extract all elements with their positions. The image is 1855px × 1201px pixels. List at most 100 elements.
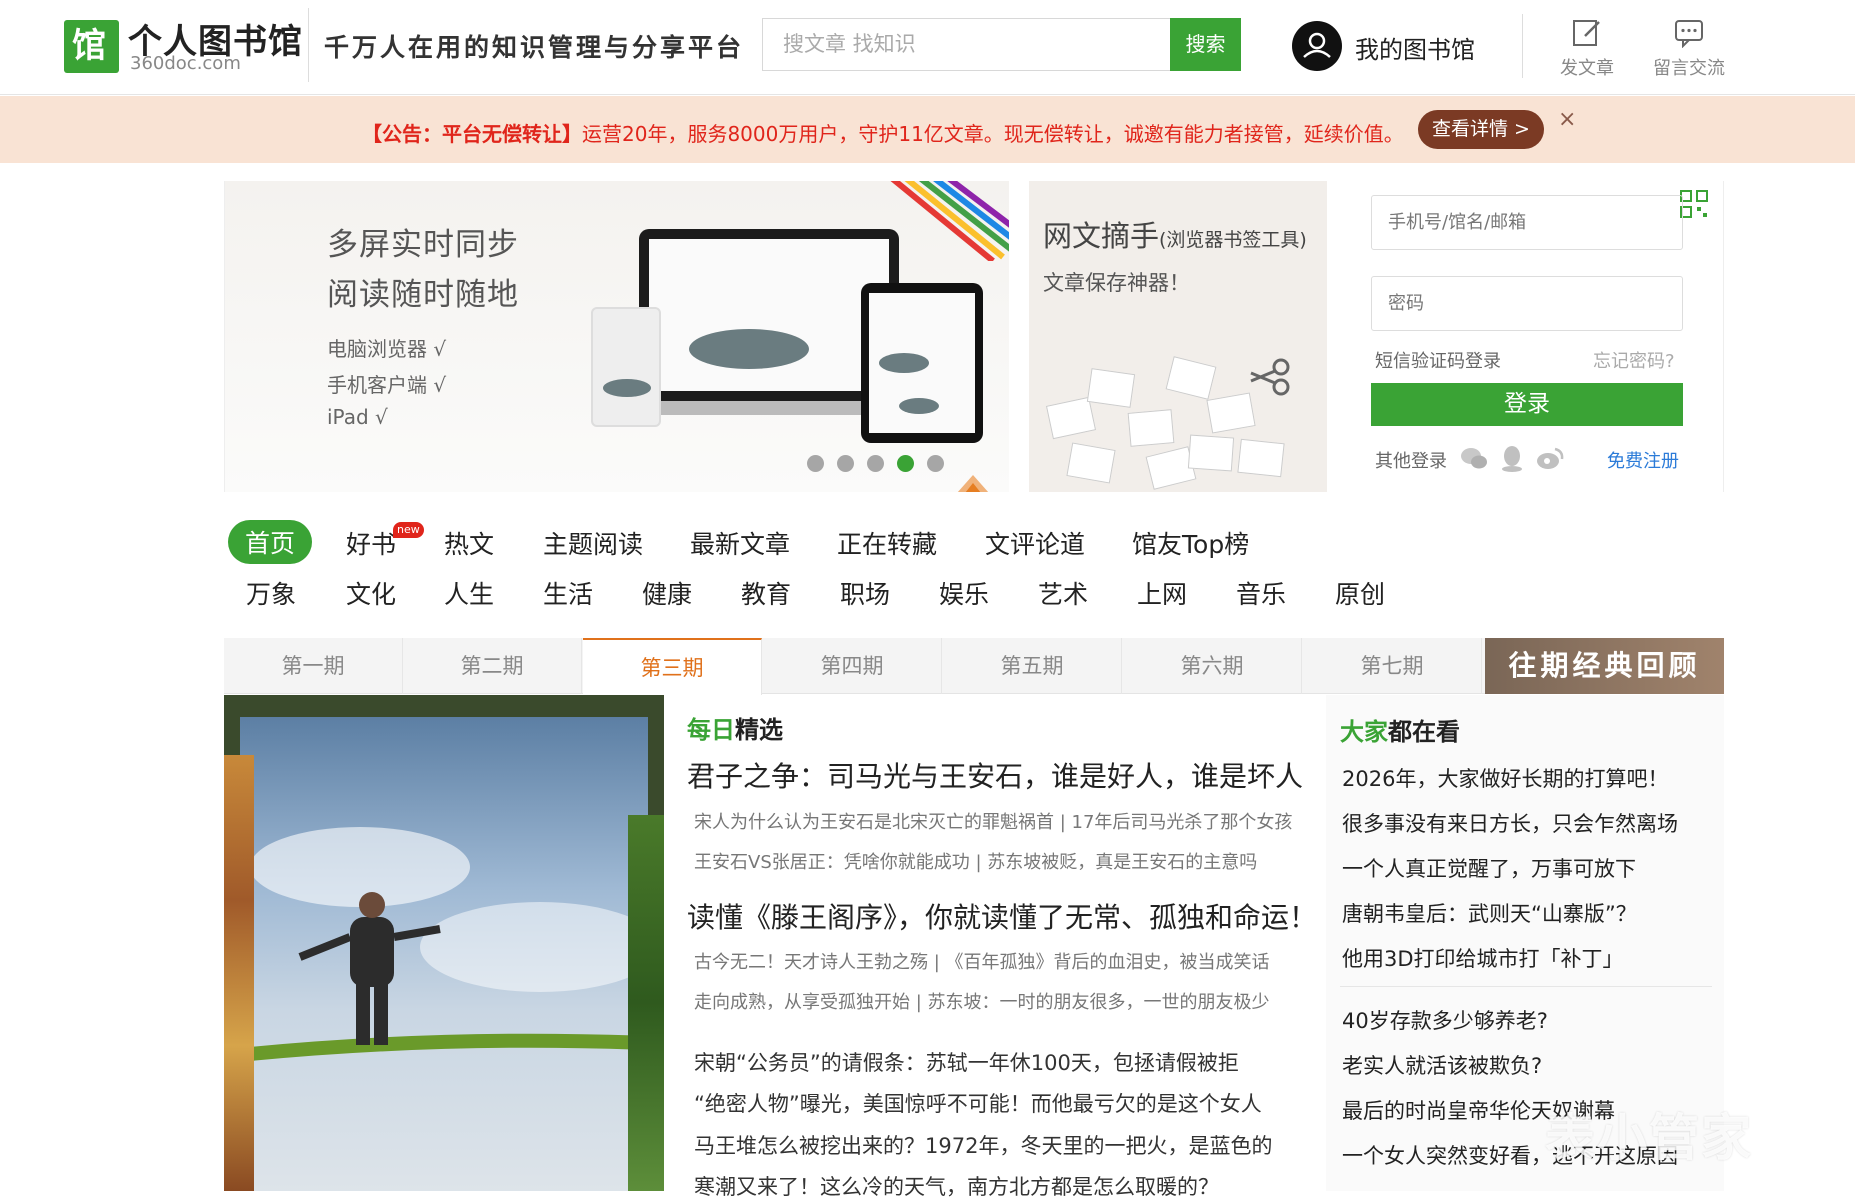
banner-feature: iPad √ [327,405,388,429]
message-button[interactable]: 留言交流 [1644,18,1734,80]
weibo-icon[interactable] [1535,443,1565,473]
article-link[interactable]: 马王堆怎么被挖出来的？1972年，冬天里的一把火，是蓝色的 [694,1130,1272,1160]
password-field[interactable]: 密码 [1371,276,1683,331]
phone-illustration [591,307,661,427]
logo-domain: 360doc.com [130,53,241,74]
nav-category[interactable]: 教育 [741,575,791,611]
trending-label-green: 大家 [1340,717,1388,746]
header-divider-2 [1522,14,1523,78]
carousel-dot[interactable] [927,455,944,472]
forgot-password-link[interactable]: 忘记密码? [1593,347,1675,373]
nav-category[interactable]: 原创 [1335,575,1385,611]
edit-icon [1573,20,1600,46]
article-related[interactable]: 宋人为什么认为王安石是北宋灭亡的罪魁祸首 | 17年后司马光杀了那个女孩 [694,808,1292,834]
article-related[interactable]: 古今无二！天才诗人王勃之殇 | 《百年孤独》背后的血泪史，被当成笑话 [694,948,1270,974]
announcement-text: 【公告：平台无偿转让】运营20年，服务8000万用户，守护11亿文章。现无偿转让… [362,118,1404,147]
username-field[interactable]: 手机号/馆名/邮箱 [1371,195,1683,250]
tab-issue[interactable]: 第四期 [763,638,942,694]
site-slogan: 千万人在用的知识管理与分享平台 [324,33,745,62]
bookmarklet-subtitle: 文章保存神器！ [1043,271,1190,295]
issue-tabs: 第一期 第二期 第三期 第四期 第五期 第六期 第七期 往期经典回顾 [224,638,1724,695]
bookmarklet-title-small: (浏览器书签工具) [1159,229,1307,251]
tab-issue-active[interactable]: 第三期 [583,638,762,695]
nav-home[interactable]: 首页 [228,520,313,564]
carousel-dot[interactable] [867,455,884,472]
post-article-button[interactable]: 发文章 [1542,18,1632,80]
banner-line-2: 阅读随时随地 [327,277,519,313]
carousel-dot-active[interactable] [897,455,914,472]
nav-item[interactable]: 好书 [346,525,396,561]
bookmarklet-promo[interactable]: 网文摘手(浏览器书签工具) 文章保存神器！ [1029,181,1327,492]
nav-category[interactable]: 职场 [840,575,890,611]
nav-item[interactable]: 文评论道 [985,525,1085,561]
message-label: 留言交流 [1653,58,1725,79]
wechat-icon[interactable] [1459,443,1489,473]
carousel-dot[interactable] [807,455,824,472]
article-title[interactable]: 君子之争：司马光与王安石，谁是好人，谁是坏人 [687,755,1303,795]
multiscreen-banner[interactable]: 多屏实时同步 阅读随时随地 电脑浏览器 √ 手机客户端 √ iPad √ [224,181,1009,492]
feature-photo[interactable] [224,695,664,1191]
logo-icon[interactable]: 馆 [64,20,119,73]
nav-category[interactable]: 文化 [346,575,396,611]
nav-item[interactable]: 正在转藏 [837,525,937,561]
nav-category[interactable]: 人生 [444,575,494,611]
article-link[interactable]: 宋朝“公务员”的请假条：苏轼一年休100天，包拯请假被拒 [694,1047,1239,1077]
trending-item[interactable]: 2026年，大家做好长期的打算吧！ [1342,763,1668,793]
search-button[interactable]: 搜索 [1170,18,1241,71]
banner-feature: 电脑浏览器 √ [327,337,447,361]
bookmarklet-title: 网文摘手(浏览器书签工具) [1043,213,1307,255]
close-icon[interactable]: × [1558,107,1576,132]
tab-issue[interactable]: 第一期 [224,638,403,694]
article-link[interactable]: 寒潮又来了！这么冷的天气，南方北方都是怎么取暖的？ [694,1171,1219,1201]
qq-icon[interactable] [1497,443,1527,473]
login-panel: 手机号/馆名/邮箱 密码 短信验证码登录 忘记密码? 登录 其他登录 免费注册 [1327,181,1724,492]
announcement-bar: 【公告：平台无偿转让】运营20年，服务8000万用户，守护11亿文章。现无偿转让… [0,96,1855,163]
view-details-button[interactable]: 查看详情 > [1418,110,1544,149]
trending-item[interactable]: 他用3D打印给城市打「补丁」 [1342,943,1624,973]
vegetables-illustration [628,815,664,1191]
tab-issue[interactable]: 第七期 [1303,638,1482,694]
tab-issue[interactable]: 第六期 [1123,638,1302,694]
scroll-up-icon[interactable] [955,471,991,492]
article-related[interactable]: 走向成熟，从享受孤独开始 | 苏东坡：一时的朋友很多，一世的朋友极少 [694,988,1270,1014]
nav-item[interactable]: 最新文章 [690,525,790,561]
nav-category[interactable]: 艺术 [1038,575,1088,611]
trending-item[interactable]: 40岁存款多少够养老? [1342,1005,1548,1035]
user-avatar-icon[interactable] [1292,21,1342,71]
article-link[interactable]: “绝密人物”曝光，美国惊呼不可能！而他最亏欠的是这个女人 [694,1088,1262,1118]
trending-item[interactable]: 一个人真正觉醒了，万事可放下 [1342,853,1636,883]
trending-label-black: 都在看 [1388,717,1460,746]
tightrope-illustration [239,827,660,1062]
nav-category[interactable]: 生活 [543,575,593,611]
trending-item[interactable]: 很多事没有来日方长，只会乍然离场 [1342,808,1678,838]
login-button[interactable]: 登录 [1371,383,1683,426]
daily-label-black: 精选 [735,715,783,744]
new-badge: new [393,522,424,538]
past-classics-button[interactable]: 往期经典回顾 [1485,638,1724,694]
nav-item[interactable]: 馆友Top榜 [1132,525,1249,561]
qrcode-icon[interactable] [1679,189,1709,219]
nav-category[interactable]: 健康 [642,575,692,611]
my-library-link[interactable]: 我的图书馆 [1355,30,1475,65]
trending-item[interactable]: 唐朝韦皇后：武则天“山寨版”？ [1342,898,1637,928]
trending-item[interactable]: 老实人就活该被欺负? [1342,1050,1542,1080]
nav-category[interactable]: 万象 [246,575,296,611]
sms-login-link[interactable]: 短信验证码登录 [1375,347,1501,373]
burger-stack-illustration [224,755,254,1191]
nav-category[interactable]: 音乐 [1236,575,1286,611]
register-link[interactable]: 免费注册 [1607,447,1679,473]
nav-item[interactable]: 热文 [444,525,494,561]
tab-issue[interactable]: 第五期 [943,638,1122,694]
other-login-label: 其他登录 [1375,451,1447,472]
article-title[interactable]: 读懂《滕王阁序》，你就读懂了无常、孤独和命运！ [687,896,1317,936]
article-related[interactable]: 王安石VS张居正：凭啥你就能成功 | 苏东坡被贬，真是王安石的主意吗 [694,848,1257,874]
bookmarklet-title-text: 网文摘手 [1043,219,1160,253]
laptop-illustration [639,229,899,401]
nav-category[interactable]: 上网 [1137,575,1187,611]
nav-item[interactable]: 主题阅读 [543,525,643,561]
nav-category[interactable]: 娱乐 [939,575,989,611]
tab-issue[interactable]: 第二期 [403,638,582,694]
post-article-label: 发文章 [1560,58,1614,79]
search-input[interactable]: 搜文章 找知识 [762,18,1170,71]
carousel-dot[interactable] [837,455,854,472]
